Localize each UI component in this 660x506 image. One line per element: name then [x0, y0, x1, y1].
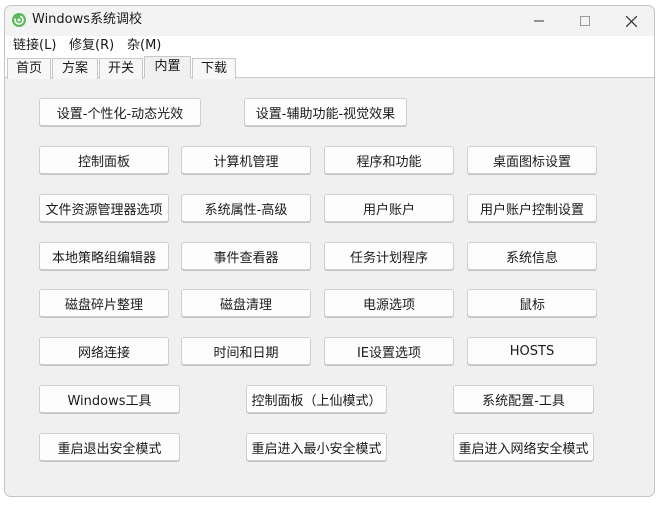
windows-tools-button[interactable]: Windows工具	[39, 385, 180, 413]
restart-network-safe-mode-button[interactable]: 重启进入网络安全模式	[453, 433, 594, 461]
task-scheduler-button[interactable]: 任务计划程序	[324, 242, 454, 270]
minimize-icon	[534, 20, 544, 22]
personalization-dynamic-lighting-button[interactable]: 设置-个性化-动态光效	[39, 98, 201, 126]
programs-features-button[interactable]: 程序和功能	[324, 146, 454, 174]
maximize-button[interactable]	[562, 6, 608, 36]
ie-settings-button[interactable]: IE设置选项	[324, 337, 454, 365]
tab-home[interactable]: 首页	[7, 58, 51, 79]
network-connections-button[interactable]: 网络连接	[39, 337, 169, 365]
file-explorer-options-button[interactable]: 文件资源管理器选项	[39, 194, 169, 222]
menu-misc[interactable]: 杂(M)	[127, 38, 161, 54]
date-time-button[interactable]: 时间和日期	[181, 337, 311, 365]
title-bar: Windows系统调校	[5, 6, 654, 36]
disk-defrag-button[interactable]: 磁盘碎片整理	[39, 289, 169, 317]
user-accounts-button[interactable]: 用户账户	[324, 194, 454, 222]
system-properties-advanced-button[interactable]: 系统属性-高级	[181, 194, 311, 222]
menu-bar: 链接(L) 修复(R) 杂(M)	[5, 36, 654, 56]
window-title: Windows系统调校	[32, 12, 143, 27]
close-button[interactable]	[608, 6, 654, 36]
restart-minimal-safe-mode-button[interactable]: 重启进入最小安全模式	[246, 433, 387, 461]
tab-switches[interactable]: 开关	[99, 58, 143, 79]
menu-links[interactable]: 链接(L)	[13, 38, 56, 54]
hosts-button[interactable]: HOSTS	[467, 337, 597, 365]
event-viewer-button[interactable]: 事件查看器	[181, 242, 311, 270]
control-panel-button[interactable]: 控制面板	[39, 146, 169, 174]
app-window: Windows系统调校 链接(L) 修复(R) 杂(M) 首页 方案 开关 内置…	[4, 5, 655, 497]
tab-builtin[interactable]: 内置	[144, 56, 191, 78]
desktop-icon-settings-button[interactable]: 桌面图标设置	[467, 146, 597, 174]
system-config-tool-button[interactable]: 系统配置-工具	[453, 385, 594, 413]
control-panel-godmode-button[interactable]: 控制面板（上仙模式）	[246, 385, 387, 413]
app-logo-icon	[12, 13, 26, 27]
close-icon	[625, 15, 637, 27]
disk-cleanup-button[interactable]: 磁盘清理	[181, 289, 311, 317]
menu-repair[interactable]: 修复(R)	[69, 38, 114, 54]
restart-exit-safe-mode-button[interactable]: 重启退出安全模式	[39, 433, 180, 461]
mouse-button[interactable]: 鼠标	[467, 289, 597, 317]
accessibility-visual-effects-button[interactable]: 设置-辅助功能-视觉效果	[244, 98, 407, 126]
maximize-icon	[580, 16, 590, 26]
uac-settings-button[interactable]: 用户账户控制设置	[467, 194, 597, 222]
group-policy-editor-button[interactable]: 本地策略组编辑器	[39, 242, 169, 270]
tab-plans[interactable]: 方案	[52, 58, 98, 79]
tab-download[interactable]: 下载	[192, 58, 236, 79]
system-info-button[interactable]: 系统信息	[467, 242, 597, 270]
minimize-button[interactable]	[516, 6, 562, 36]
power-options-button[interactable]: 电源选项	[324, 289, 454, 317]
computer-management-button[interactable]: 计算机管理	[181, 146, 311, 174]
